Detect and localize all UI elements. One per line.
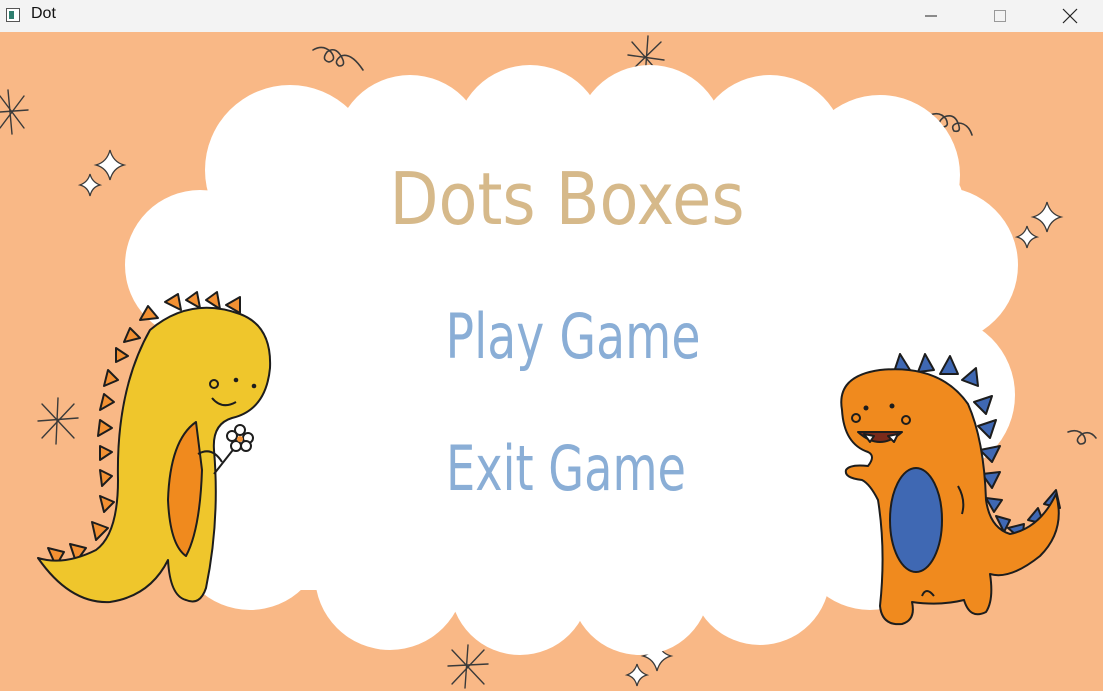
minimize-button[interactable]	[908, 0, 954, 32]
game-scene: Dots Boxes Play Game Exit Game	[0, 32, 1103, 691]
window-titlebar[interactable]: Dot	[0, 0, 1103, 32]
close-icon	[1062, 8, 1078, 24]
maximize-icon	[994, 10, 1006, 22]
play-game-button[interactable]: Play Game	[446, 300, 701, 373]
window-title: Dot	[31, 5, 56, 22]
close-button[interactable]	[1047, 0, 1093, 32]
minimize-icon	[925, 15, 937, 17]
app-icon	[6, 8, 20, 22]
game-title: Dots Boxes	[390, 157, 745, 241]
exit-game-button[interactable]: Exit Game	[446, 432, 686, 505]
maximize-button[interactable]	[977, 0, 1023, 32]
